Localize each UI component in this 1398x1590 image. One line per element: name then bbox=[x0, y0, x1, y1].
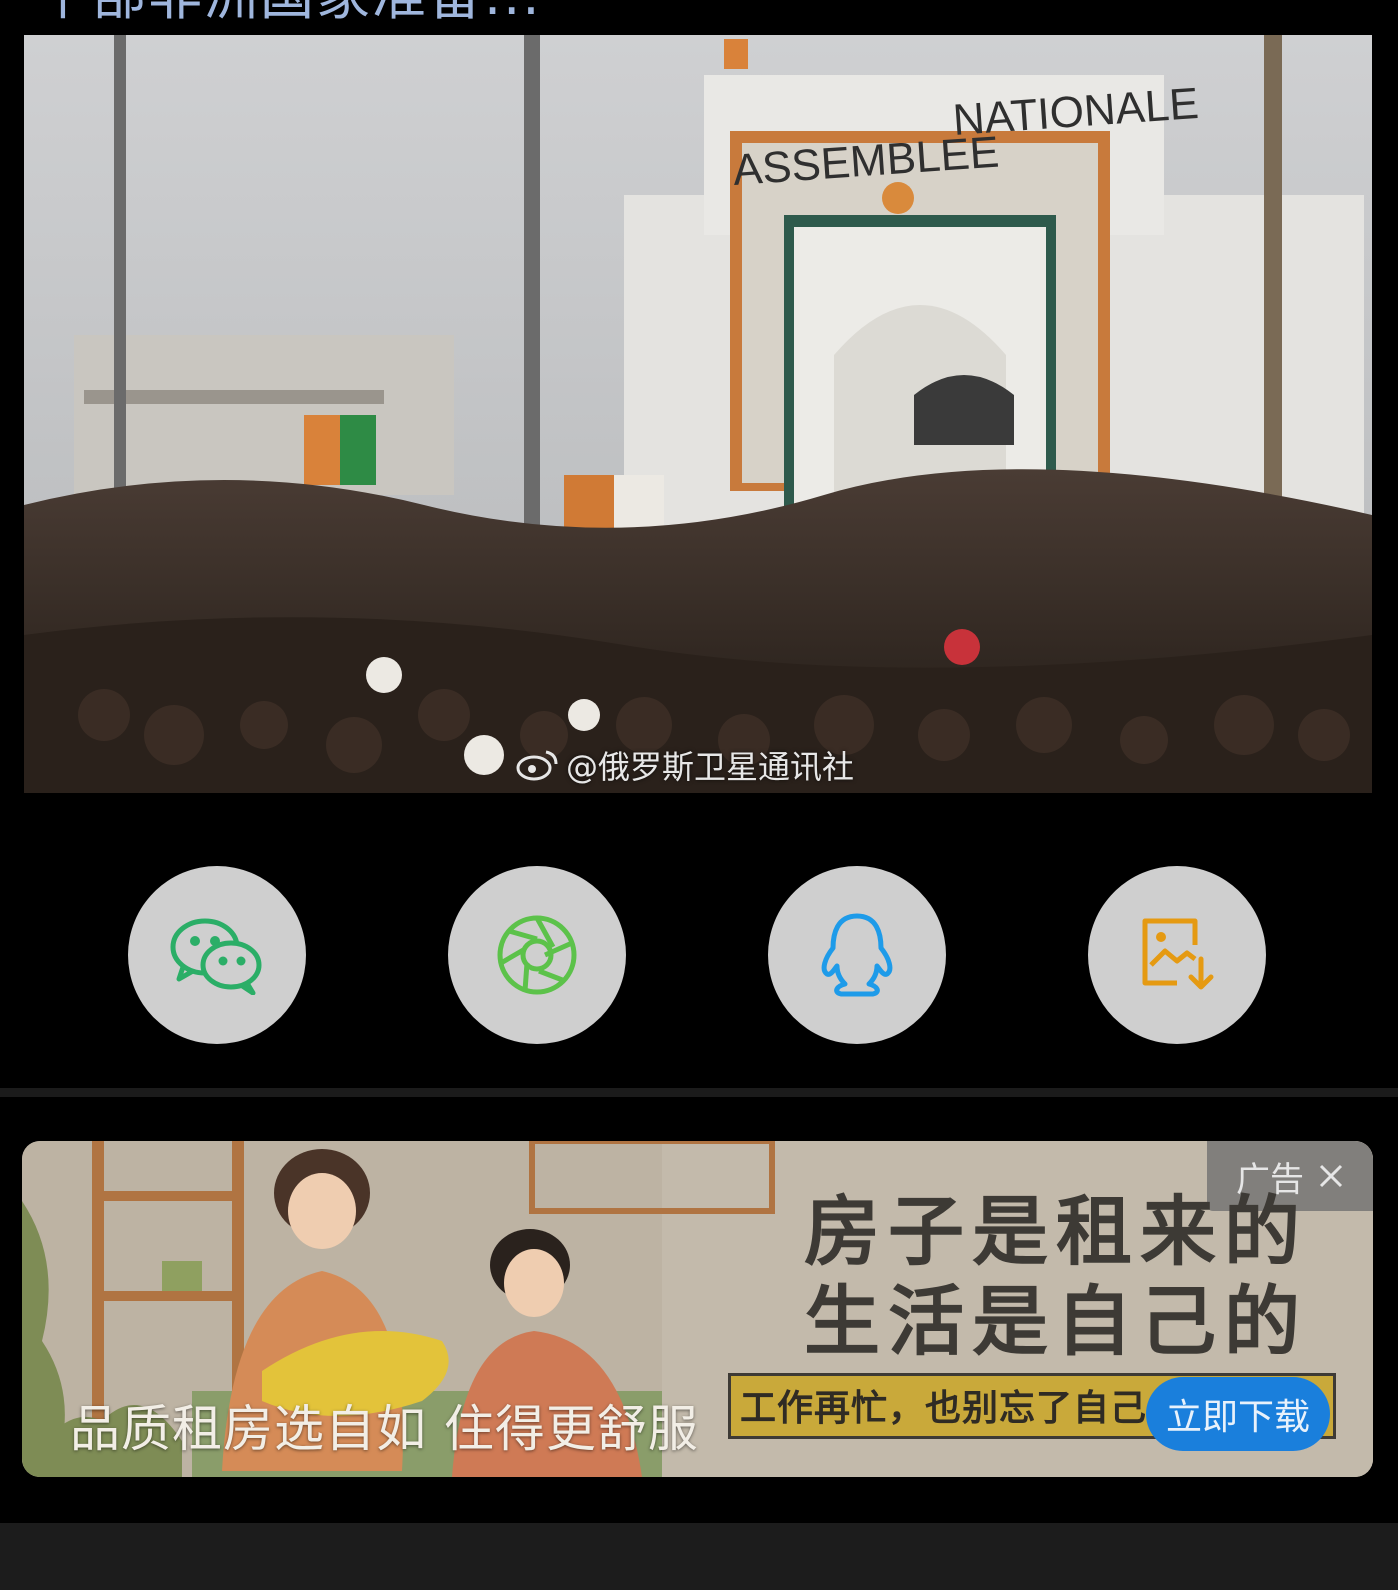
protest-photo-illustration: ASSEMBLEE NATIONALE bbox=[24, 35, 1372, 793]
save-image-button[interactable] bbox=[1088, 866, 1266, 1044]
ad-tagline: 品质租房选自如 住得更舒服 bbox=[70, 1400, 699, 1458]
weibo-icon bbox=[516, 750, 558, 781]
photo-watermark: @俄罗斯卫星通讯社 bbox=[516, 742, 854, 788]
share-qq-button[interactable] bbox=[768, 866, 946, 1044]
ad-subline: 工作再忙，也别忘了自己 bbox=[740, 1388, 1148, 1429]
wechat-icon bbox=[170, 918, 262, 995]
bottom-bar bbox=[0, 1523, 1398, 1590]
qq-penguin-icon bbox=[821, 913, 893, 997]
share-bar bbox=[0, 866, 1398, 1046]
share-moments-button[interactable] bbox=[448, 866, 626, 1044]
share-wechat-button[interactable] bbox=[128, 866, 306, 1044]
article-photo[interactable]: ASSEMBLEE NATIONALE bbox=[24, 35, 1372, 793]
watermark-text: @俄罗斯卫星通讯社 bbox=[566, 748, 855, 786]
image-download-icon bbox=[1142, 918, 1214, 990]
aperture-icon bbox=[497, 915, 577, 995]
headline-partial[interactable]: 个部非洲国家准备... bbox=[36, 0, 542, 26]
section-divider bbox=[0, 1088, 1398, 1097]
ad-download-button[interactable]: 立即下载 bbox=[1146, 1377, 1330, 1451]
close-icon[interactable] bbox=[1318, 1163, 1344, 1189]
ad-headline-line1: 房子是租来的 bbox=[804, 1187, 1308, 1276]
ad-headline-line2: 生活是自己的 bbox=[804, 1277, 1308, 1366]
ad-banner[interactable]: 广告 房子是租来的 生活是自己的 工作再忙，也别忘了自己 立即下载 品质租房选自… bbox=[22, 1141, 1373, 1477]
